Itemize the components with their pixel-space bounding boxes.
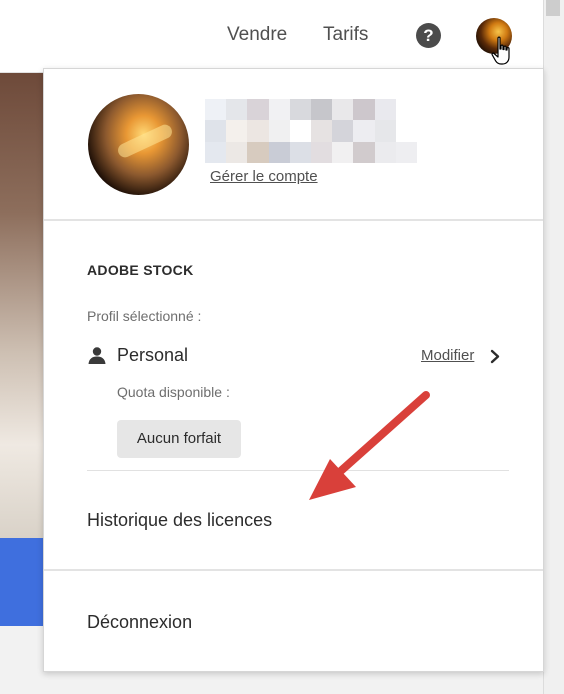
divider (44, 569, 543, 571)
selected-profile-label: Profil sélectionné : (87, 308, 202, 324)
profile-name: Personal (117, 345, 189, 365)
help-icon[interactable]: ? (416, 23, 441, 48)
hand-pointer-icon (491, 36, 510, 65)
logout-link[interactable]: Déconnexion (87, 612, 192, 633)
background-photo (0, 73, 44, 538)
chevron-right-icon[interactable] (489, 349, 501, 364)
person-icon (88, 347, 106, 364)
modify-profile-link[interactable]: Modifier (421, 347, 474, 364)
background-banner (0, 538, 44, 626)
top-navigation-bar: Vendre Tarifs ? (0, 0, 564, 73)
profile-avatar (88, 94, 189, 195)
license-history-link[interactable]: Historique des licences (87, 510, 272, 531)
quota-label: Quota disponible : (117, 384, 230, 400)
annotation-arrow-icon (309, 391, 430, 500)
manage-account-link[interactable]: Gérer le compte (210, 168, 318, 185)
plan-badge: Aucun forfait (117, 420, 241, 458)
scrollbar[interactable] (543, 0, 564, 694)
pricing-link[interactable]: Tarifs (323, 24, 368, 46)
account-dropdown: Gérer le compte ADOBE STOCK Profil sélec… (43, 68, 544, 672)
sell-link[interactable]: Vendre (227, 24, 287, 46)
scrollbar-thumb[interactable] (546, 0, 560, 16)
divider (44, 219, 543, 221)
section-title-adobe-stock: ADOBE STOCK (87, 262, 194, 278)
redacted-user-name (205, 99, 417, 163)
